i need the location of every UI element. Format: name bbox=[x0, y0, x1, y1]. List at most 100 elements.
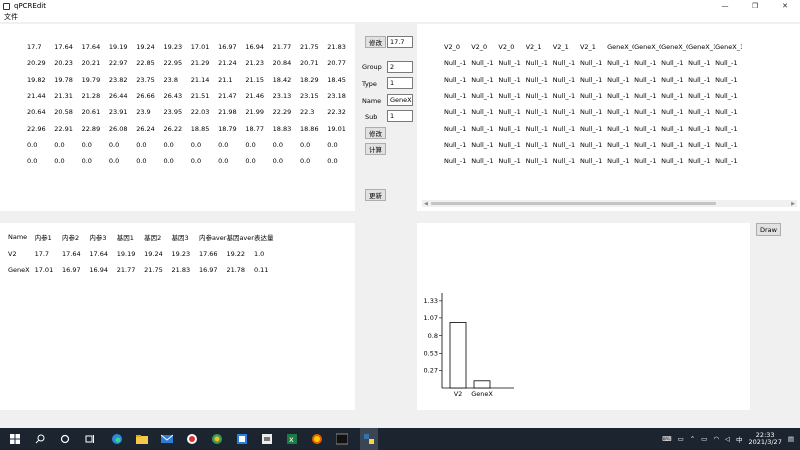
network-icon[interactable]: ▭ bbox=[701, 435, 707, 443]
column-header[interactable]: 内参1 bbox=[35, 229, 62, 246]
grid-cell[interactable]: Null_-1 bbox=[580, 120, 607, 136]
grid-cell[interactable]: Null_-1 bbox=[526, 120, 553, 136]
grid-cell[interactable]: Null_-1 bbox=[471, 72, 498, 88]
grid-cell[interactable]: Null_-1 bbox=[688, 153, 715, 169]
grid-cell[interactable]: 17.01 bbox=[191, 39, 218, 55]
store-icon[interactable] bbox=[235, 433, 248, 446]
grid-cell[interactable]: Null_-1 bbox=[688, 120, 715, 136]
grid-cell[interactable]: 22.95 bbox=[163, 55, 190, 71]
grid-cell[interactable]: 21.77 bbox=[273, 39, 300, 55]
grid-cell[interactable]: 21.98 bbox=[218, 104, 245, 120]
terminal-icon[interactable] bbox=[335, 433, 348, 446]
column-header[interactable]: V2_1 bbox=[526, 39, 553, 55]
grid-cell[interactable]: 0.0 bbox=[300, 137, 327, 153]
column-header[interactable]: 基因aver bbox=[226, 229, 254, 246]
grid-cell[interactable]: 26.66 bbox=[136, 88, 163, 104]
grid-cell[interactable]: Null_-1 bbox=[526, 55, 553, 71]
grid-cell[interactable]: Null_-1 bbox=[471, 104, 498, 120]
grid-cell[interactable]: 26.43 bbox=[163, 88, 190, 104]
grid-cell[interactable]: 23.82 bbox=[109, 72, 136, 88]
grid-cell[interactable]: 23.15 bbox=[300, 88, 327, 104]
grid-cell[interactable]: 0.0 bbox=[273, 137, 300, 153]
column-header[interactable]: Name bbox=[8, 229, 35, 246]
grid-cell[interactable]: Null_-1 bbox=[526, 72, 553, 88]
column-header[interactable]: V2_0 bbox=[444, 39, 471, 55]
grid-cell[interactable]: 0.11 bbox=[254, 262, 281, 279]
python-icon[interactable] bbox=[360, 428, 378, 450]
wifi-icon[interactable]: ◠ bbox=[713, 435, 719, 443]
close-button[interactable]: ✕ bbox=[770, 0, 800, 12]
firefox-icon[interactable] bbox=[310, 433, 323, 446]
grid-cell[interactable]: Null_-1 bbox=[634, 88, 661, 104]
keyboard-icon[interactable]: ⌨ bbox=[662, 435, 671, 443]
grid-cell[interactable]: 19.82 bbox=[27, 72, 54, 88]
grid-cell[interactable]: Null_-1 bbox=[471, 153, 498, 169]
grid-cell[interactable]: 21.83 bbox=[327, 39, 354, 55]
column-header[interactable]: 内参aver bbox=[199, 229, 227, 246]
column-header[interactable]: GeneX_0 bbox=[634, 39, 661, 55]
grid-cell[interactable]: Null_-1 bbox=[688, 104, 715, 120]
grid-cell[interactable]: 18.85 bbox=[191, 120, 218, 136]
grid-cell[interactable]: Null_-1 bbox=[715, 88, 742, 104]
grid-cell[interactable]: 21.78 bbox=[226, 262, 254, 279]
grid-cell[interactable]: 22.96 bbox=[27, 120, 54, 136]
menu-file[interactable]: 文件 bbox=[4, 12, 18, 22]
grid-cell[interactable]: 0.0 bbox=[136, 153, 163, 169]
grid-cell[interactable]: Null_-1 bbox=[498, 153, 525, 169]
grid-cell[interactable]: Null_-1 bbox=[471, 137, 498, 153]
grid-cell[interactable]: 0.0 bbox=[163, 153, 190, 169]
grid-cell[interactable]: 19.19 bbox=[109, 39, 136, 55]
app-icon[interactable] bbox=[185, 433, 198, 446]
grid-cell[interactable]: Null_-1 bbox=[444, 72, 471, 88]
grid-cell[interactable]: 21.14 bbox=[191, 72, 218, 88]
grid-cell[interactable]: Null_-1 bbox=[526, 137, 553, 153]
group-input[interactable]: 2 bbox=[387, 61, 413, 73]
grid-cell[interactable]: 18.86 bbox=[300, 120, 327, 136]
update-button[interactable]: 更新 bbox=[365, 189, 386, 201]
grid-cell[interactable]: V2 bbox=[8, 246, 35, 263]
grid-cell[interactable]: 21.46 bbox=[245, 88, 272, 104]
grid-cell[interactable]: Null_-1 bbox=[471, 88, 498, 104]
grid-cell[interactable]: 22.91 bbox=[54, 120, 81, 136]
grid-cell[interactable]: 18.79 bbox=[218, 120, 245, 136]
grid-cell[interactable]: Null_-1 bbox=[580, 88, 607, 104]
grid-cell[interactable]: Null_-1 bbox=[661, 55, 688, 71]
grid-cell[interactable]: 22.3 bbox=[300, 104, 327, 120]
grid-cell[interactable]: 19.23 bbox=[172, 246, 199, 263]
draw-button[interactable]: Draw bbox=[756, 223, 781, 236]
column-header[interactable]: 基因3 bbox=[172, 229, 199, 246]
grid-cell[interactable]: Null_-1 bbox=[661, 88, 688, 104]
grid-cell[interactable]: Null_-1 bbox=[688, 88, 715, 104]
grid-cell[interactable]: 17.66 bbox=[199, 246, 227, 263]
grid-cell[interactable]: 17.01 bbox=[35, 262, 62, 279]
type-input[interactable]: 1 bbox=[387, 77, 413, 89]
chrome-icon[interactable] bbox=[210, 433, 223, 446]
grid-cell[interactable]: 18.77 bbox=[245, 120, 272, 136]
grid-cell[interactable]: 19.22 bbox=[226, 246, 254, 263]
grid-cell[interactable]: 21.51 bbox=[191, 88, 218, 104]
grid-cell[interactable]: Null_-1 bbox=[580, 55, 607, 71]
grid-cell[interactable]: 0.0 bbox=[82, 137, 109, 153]
grid-cell[interactable]: 17.64 bbox=[62, 246, 89, 263]
grid-cell[interactable]: Null_-1 bbox=[715, 137, 742, 153]
grid-cell[interactable]: 0.0 bbox=[218, 137, 245, 153]
grid-cell[interactable]: 19.79 bbox=[82, 72, 109, 88]
grid-cell[interactable]: Null_-1 bbox=[498, 104, 525, 120]
grid-cell[interactable]: 19.24 bbox=[144, 246, 171, 263]
grid-cell[interactable]: 0.0 bbox=[245, 137, 272, 153]
grid-cell[interactable]: Null_-1 bbox=[444, 55, 471, 71]
grid-cell[interactable]: 23.8 bbox=[163, 72, 190, 88]
grid-cell[interactable]: Null_-1 bbox=[688, 72, 715, 88]
grid-cell[interactable]: Null_-1 bbox=[634, 120, 661, 136]
horizontal-scrollbar[interactable]: ◀ ▶ bbox=[422, 200, 797, 207]
grid-cell[interactable]: 23.95 bbox=[163, 104, 190, 120]
column-header[interactable]: GeneX_1 bbox=[688, 39, 715, 55]
column-header[interactable]: V2_1 bbox=[580, 39, 607, 55]
grid-cell[interactable]: Null_-1 bbox=[715, 55, 742, 71]
grid-cell[interactable]: 22.29 bbox=[273, 104, 300, 120]
grid-cell[interactable]: Null_-1 bbox=[715, 153, 742, 169]
grid-cell[interactable]: 19.78 bbox=[54, 72, 81, 88]
grid-cell[interactable]: 0.0 bbox=[27, 153, 54, 169]
grid-cell[interactable]: Null_-1 bbox=[553, 104, 580, 120]
grid-cell[interactable]: 0.0 bbox=[136, 137, 163, 153]
